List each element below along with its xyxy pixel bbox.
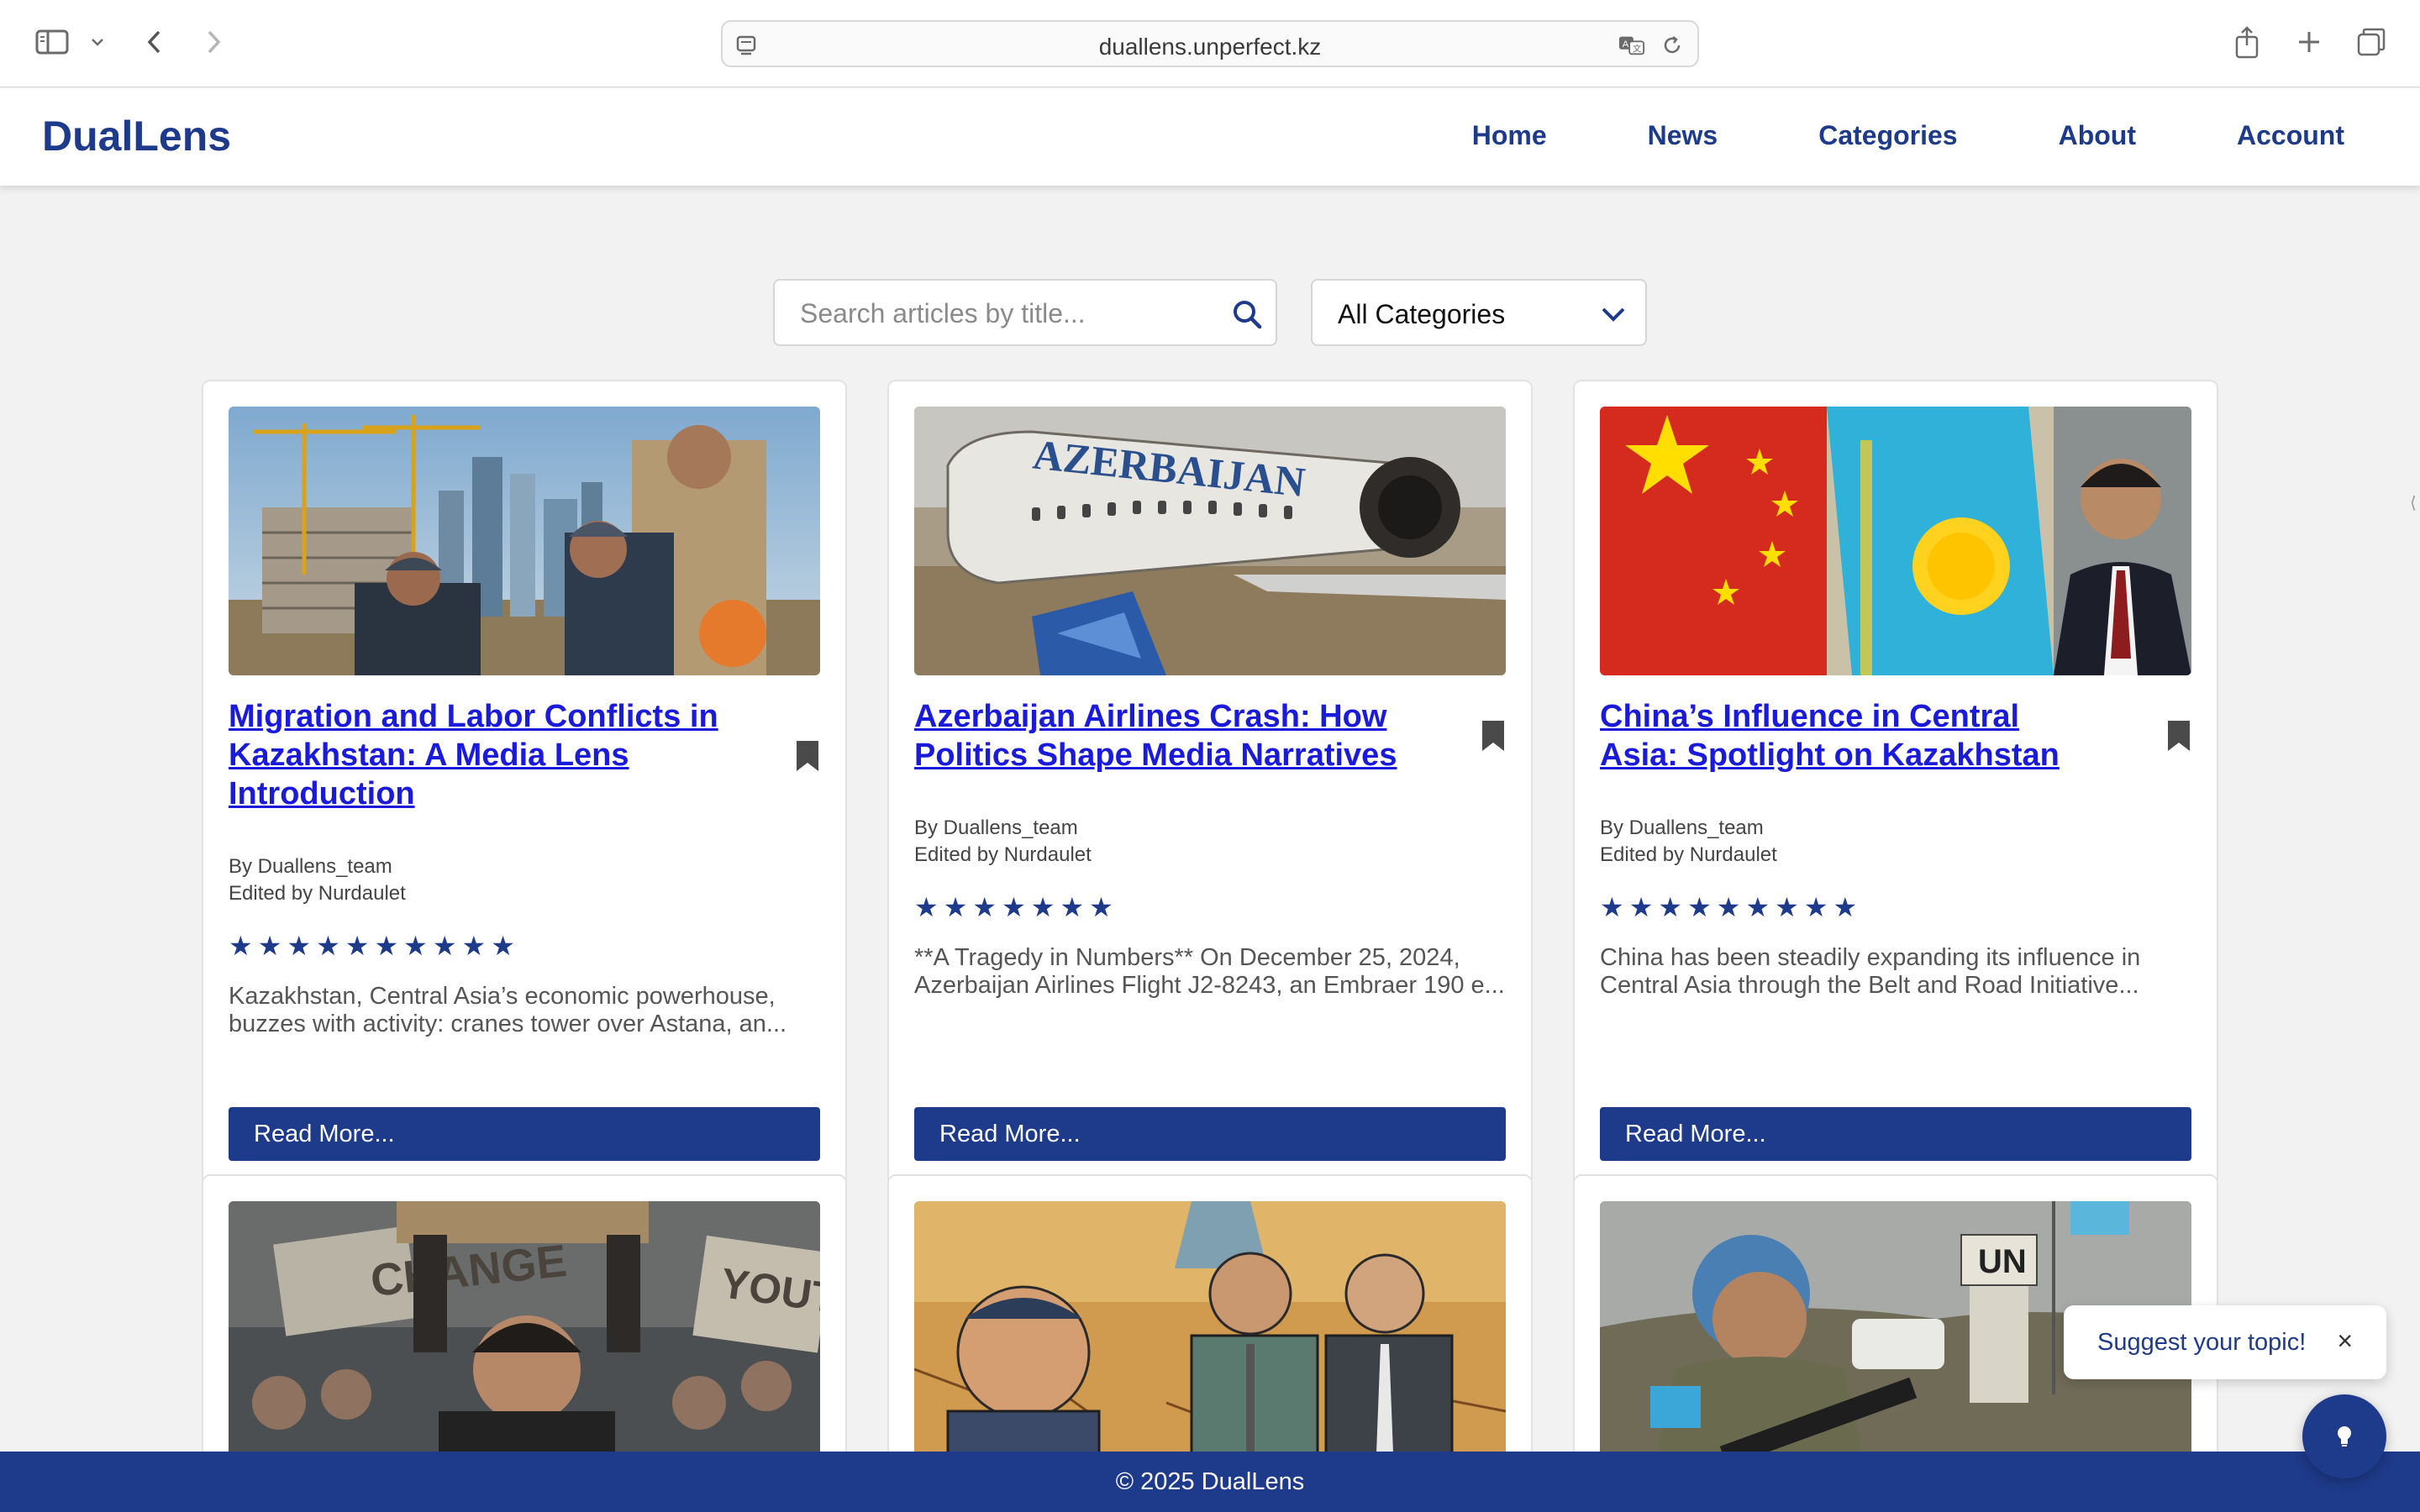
category-select-value: All Categories (1338, 299, 1506, 329)
share-icon[interactable] (2227, 22, 2267, 62)
address-bar[interactable]: duallens.unperfect.kz A文 (721, 20, 1699, 67)
star-icon: ★ (316, 931, 340, 961)
forward-icon[interactable] (193, 22, 234, 62)
edge-handle: ⟨ (2410, 494, 2417, 512)
star-icon: ★ (257, 931, 282, 961)
star-icon: ★ (287, 931, 312, 961)
star-icon: ★ (1716, 892, 1741, 922)
read-more-button[interactable]: Read More... (229, 1107, 820, 1161)
star-icon: ★ (1089, 892, 1113, 922)
site-header: DualLens Home News Categories About Acco… (0, 88, 2420, 186)
search-icon[interactable] (1230, 297, 1264, 331)
main-nav: Home News Categories About Account (1371, 120, 2344, 151)
nav-account[interactable]: Account (2237, 120, 2344, 151)
svg-text:文: 文 (1633, 44, 1641, 55)
star-icon: ★ (229, 931, 253, 961)
article-author: By Duallens_team (914, 816, 1078, 839)
close-icon[interactable]: × (2337, 1326, 2353, 1357)
article-image-drought[interactable] (914, 1201, 1506, 1475)
article-card (887, 1174, 1533, 1477)
article-excerpt: Kazakhstan, Central Asia’s economic powe… (229, 983, 787, 1037)
article-author: By Duallens_team (229, 855, 392, 878)
chevron-down-icon (1598, 299, 1628, 329)
lightbulb-icon (2338, 1426, 2351, 1446)
article-excerpt: China has been steadily expanding its in… (1600, 944, 2141, 999)
article-image-plane[interactable]: AZERBAIJAN (914, 407, 1506, 675)
read-more-button[interactable]: Read More... (914, 1107, 1506, 1161)
article-editor: Edited by Nurdaulet (914, 843, 1092, 866)
read-more-button[interactable]: Read More... (1600, 1107, 2191, 1161)
star-icon: ★ (1658, 892, 1683, 922)
article-title-link[interactable]: Migration and Labor Conflicts in Kazakhs… (229, 697, 733, 813)
article-rating: ★ ★ ★ ★ ★ ★ ★ ★ ★ (1600, 894, 1857, 921)
article-image-protest[interactable]: CHANGE YOUTH (229, 1201, 820, 1475)
search-input[interactable] (800, 296, 1212, 331)
article-image-flags[interactable] (1600, 407, 2191, 675)
article-card: AZERBAIJAN Azerbaijan Airlines Crash: Ho… (887, 380, 1533, 1186)
star-icon: ★ (1060, 892, 1085, 922)
star-icon: ★ (432, 931, 457, 961)
category-select[interactable]: All Categories (1311, 279, 1647, 346)
browser-toolbar: duallens.unperfect.kz A文 (0, 0, 2420, 87)
star-icon: ★ (1600, 892, 1624, 922)
bookmark-icon[interactable] (1481, 719, 1506, 753)
article-title-link[interactable]: China’s Influence in Central Asia: Spotl… (1600, 697, 2104, 774)
translate-icon[interactable]: A文 (1618, 32, 1645, 59)
back-icon[interactable] (134, 22, 175, 62)
article-author: By Duallens_team (1600, 816, 1764, 839)
svg-text:A: A (1623, 39, 1629, 50)
star-icon: ★ (1687, 892, 1712, 922)
article-excerpt: **A Tragedy in Numbers** On December 25,… (914, 944, 1505, 999)
star-icon: ★ (1628, 892, 1654, 922)
article-title-link[interactable]: Azerbaijan Airlines Crash: How Politics … (914, 697, 1418, 774)
reload-icon[interactable] (1659, 32, 1686, 59)
star-icon: ★ (943, 892, 968, 922)
sidebar-icon[interactable] (32, 22, 72, 62)
article-image-construction[interactable] (229, 407, 820, 675)
star-icon: ★ (1745, 892, 1770, 922)
tabs-icon[interactable] (2351, 22, 2391, 62)
article-card: China’s Influence in Central Asia: Spotl… (1573, 380, 2218, 1186)
bookmark-icon[interactable] (2166, 719, 2191, 753)
site-footer: © 2025 DualLens (0, 1452, 2420, 1512)
nav-home[interactable]: Home (1472, 120, 1547, 151)
article-rating: ★ ★ ★ ★ ★ ★ ★ ★ ★ ★ (229, 932, 515, 959)
star-icon: ★ (374, 931, 399, 961)
nav-about[interactable]: About (2059, 120, 2136, 151)
nav-news[interactable]: News (1648, 120, 1718, 151)
star-icon: ★ (345, 931, 370, 961)
tower-lettering: UN (1978, 1243, 2027, 1280)
article-rating: ★ ★ ★ ★ ★ ★ ★ (914, 894, 1113, 921)
star-icon: ★ (1030, 892, 1055, 922)
star-icon: ★ (914, 892, 939, 922)
article-card: Migration and Labor Conflicts in Kazakhs… (202, 380, 847, 1186)
bookmark-icon[interactable] (795, 739, 820, 773)
star-icon: ★ (1803, 892, 1828, 922)
site-logo[interactable]: DualLens (42, 112, 231, 160)
plus-icon[interactable] (2289, 22, 2329, 62)
url-text: duallens.unperfect.kz (1098, 34, 1322, 60)
star-icon: ★ (1775, 892, 1799, 922)
suggest-topic-label[interactable]: Suggest your topic! (2097, 1329, 2306, 1357)
suggest-topic-popup: Suggest your topic! × (2064, 1305, 2386, 1379)
nav-categories[interactable]: Categories (1818, 120, 1957, 151)
article-card: CHANGE YOUTH (202, 1174, 847, 1477)
star-icon: ★ (1002, 892, 1026, 922)
chevron-down-icon[interactable] (77, 22, 118, 62)
star-icon: ★ (491, 931, 515, 961)
star-icon: ★ (972, 892, 997, 922)
article-editor: Edited by Nurdaulet (229, 882, 406, 905)
article-editor: Edited by Nurdaulet (1600, 843, 1777, 866)
star-icon: ★ (403, 931, 428, 961)
star-icon: ★ (461, 931, 487, 961)
suggest-topic-button[interactable] (2302, 1394, 2386, 1478)
search-box (773, 279, 1277, 346)
star-icon: ★ (1833, 892, 1858, 922)
